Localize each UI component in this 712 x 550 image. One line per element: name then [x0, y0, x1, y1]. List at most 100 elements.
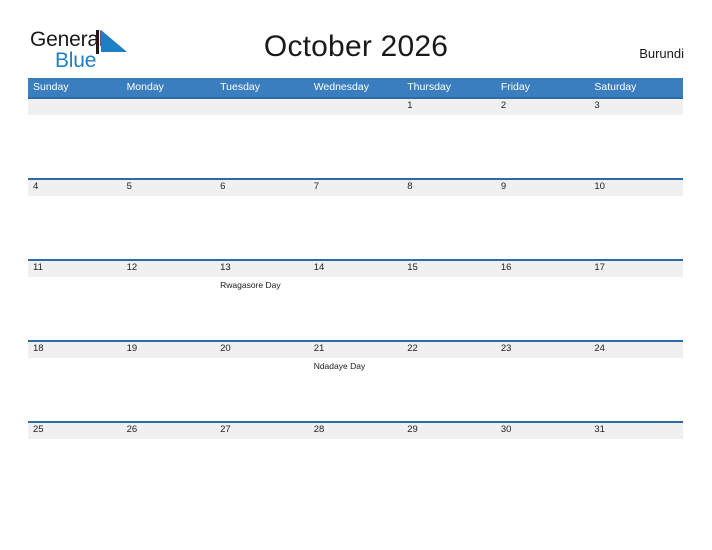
- day-number: 26: [126, 424, 138, 435]
- day-number: 23: [500, 343, 512, 354]
- weekday-header-thursday: Thursday: [407, 81, 452, 93]
- date-band: [28, 97, 122, 115]
- date-band: [121, 178, 216, 196]
- calendar-day-cell[interactable]: 6: [215, 178, 309, 259]
- day-events: Ndadaye Day: [314, 361, 400, 372]
- calendar-day-cell[interactable]: 19: [121, 340, 216, 421]
- weekday-header-wednesday: Wednesday: [313, 81, 369, 93]
- day-number: 4: [33, 181, 39, 192]
- weekday-header-row: Sunday Monday Tuesday Wednesday Thursday Frid…: [28, 78, 683, 97]
- calendar-weeks: 1 2 3 4 5 6 7 8 9 10 11 12 13 Rwagasore Day 14 15 16 17 18…: [28, 97, 683, 502]
- calendar-day-cell[interactable]: 14: [308, 259, 403, 340]
- day-number: 9: [500, 181, 507, 192]
- calendar-day-cell[interactable]: 28: [308, 421, 403, 502]
- calendar-day-cell[interactable]: 11: [28, 259, 122, 340]
- calendar-day-cell[interactable]: 20: [215, 340, 309, 421]
- day-number: 7: [313, 181, 319, 192]
- calendar-day-cell[interactable]: 10: [589, 178, 683, 259]
- calendar-week-row: 18 19 20 21 Ndadaye Day 22 23 24: [28, 340, 683, 421]
- weekday-header-tuesday: Tuesday: [220, 81, 261, 93]
- calendar-day-cell[interactable]: 31: [589, 421, 683, 502]
- calendar-day-cell[interactable]: 16: [495, 259, 590, 340]
- calendar-day-cell[interactable]: 3: [589, 97, 683, 178]
- calendar-day-cell[interactable]: 1: [402, 97, 496, 178]
- date-band: [308, 178, 403, 196]
- day-number: 1: [407, 100, 413, 111]
- day-number: 2: [500, 100, 507, 111]
- weekday-header-friday: Friday: [500, 81, 530, 93]
- day-number: 30: [500, 424, 512, 435]
- day-number: 13: [220, 262, 231, 273]
- weekday-header-saturday: Saturday: [594, 81, 637, 93]
- day-number: 27: [220, 424, 231, 435]
- calendar-week-row: 1 2 3: [28, 97, 683, 178]
- day-events: Rwagasore Day: [220, 280, 306, 291]
- calendar-day-cell[interactable]: 12: [121, 259, 216, 340]
- day-number: 12: [126, 262, 138, 273]
- date-band: [402, 97, 496, 115]
- calendar-grid: Sunday Monday Tuesday Wednesday Thursday Frid…: [28, 78, 683, 502]
- calendar-day-cell-empty: [308, 97, 403, 178]
- date-band: [215, 178, 309, 196]
- calendar-day-cell[interactable]: 7: [308, 178, 403, 259]
- calendar-day-cell[interactable]: 26: [121, 421, 216, 502]
- calendar-day-cell[interactable]: 24: [589, 340, 683, 421]
- day-number: 29: [407, 424, 418, 435]
- calendar-day-cell[interactable]: 30: [495, 421, 590, 502]
- day-number: 5: [126, 181, 132, 192]
- calendar-day-cell[interactable]: 27: [215, 421, 309, 502]
- day-number: 19: [126, 343, 138, 354]
- page-title: October 2026: [263, 30, 449, 63]
- date-band: [308, 97, 403, 115]
- calendar-day-cell[interactable]: 2: [495, 97, 590, 178]
- date-band: [28, 178, 122, 196]
- calendar-day-cell[interactable]: 25: [28, 421, 122, 502]
- calendar-day-cell-empty: [28, 97, 122, 178]
- weekday-header-monday: Monday: [126, 81, 164, 93]
- day-number: 31: [594, 424, 605, 435]
- day-number: 20: [220, 343, 231, 354]
- calendar-day-cell[interactable]: 17: [589, 259, 683, 340]
- calendar-week-row: 25 26 27 28 29 30 31: [28, 421, 683, 502]
- date-band: [121, 97, 216, 115]
- weekday-header-sunday: Sunday: [33, 81, 69, 93]
- day-number: 18: [33, 343, 44, 354]
- calendar-day-cell[interactable]: 15: [402, 259, 496, 340]
- page-header: General Blue October 2026 Burundi: [0, 0, 712, 76]
- day-number: 8: [407, 181, 413, 192]
- date-band: [495, 97, 590, 115]
- day-number: 24: [594, 343, 605, 354]
- calendar-week-row: 11 12 13 Rwagasore Day 14 15 16 17: [28, 259, 683, 340]
- day-number: 17: [594, 262, 605, 273]
- calendar-day-cell[interactable]: 8: [402, 178, 496, 259]
- day-number: 16: [500, 262, 512, 273]
- country-label: Burundi: [639, 46, 684, 61]
- holiday-event: Rwagasore Day: [220, 280, 281, 290]
- day-number: 28: [313, 424, 325, 435]
- calendar-day-cell[interactable]: 21 Ndadaye Day: [308, 340, 403, 421]
- calendar-day-cell[interactable]: 23: [495, 340, 590, 421]
- day-number: 15: [407, 262, 418, 273]
- calendar-day-cell[interactable]: 13 Rwagasore Day: [215, 259, 309, 340]
- day-number: 3: [594, 100, 600, 111]
- calendar-day-cell[interactable]: 29: [402, 421, 496, 502]
- day-number: 10: [594, 181, 605, 192]
- date-band: [589, 97, 683, 115]
- calendar-week-row: 4 5 6 7 8 9 10: [28, 178, 683, 259]
- holiday-event: Ndadaye Day: [313, 361, 366, 371]
- day-number: 14: [313, 262, 325, 273]
- date-band: [215, 97, 309, 115]
- calendar-day-cell[interactable]: 9: [495, 178, 590, 259]
- date-band: [495, 178, 590, 196]
- calendar-day-cell[interactable]: 5: [121, 178, 216, 259]
- calendar-day-cell[interactable]: 22: [402, 340, 496, 421]
- calendar-day-cell[interactable]: 18: [28, 340, 122, 421]
- date-band: [402, 178, 496, 196]
- calendar-day-cell-empty: [121, 97, 216, 178]
- day-number: 22: [407, 343, 418, 354]
- day-number: 11: [33, 262, 43, 273]
- calendar-day-cell-empty: [215, 97, 309, 178]
- day-number: 25: [33, 424, 44, 435]
- calendar-day-cell[interactable]: 4: [28, 178, 122, 259]
- day-number: 6: [220, 181, 226, 192]
